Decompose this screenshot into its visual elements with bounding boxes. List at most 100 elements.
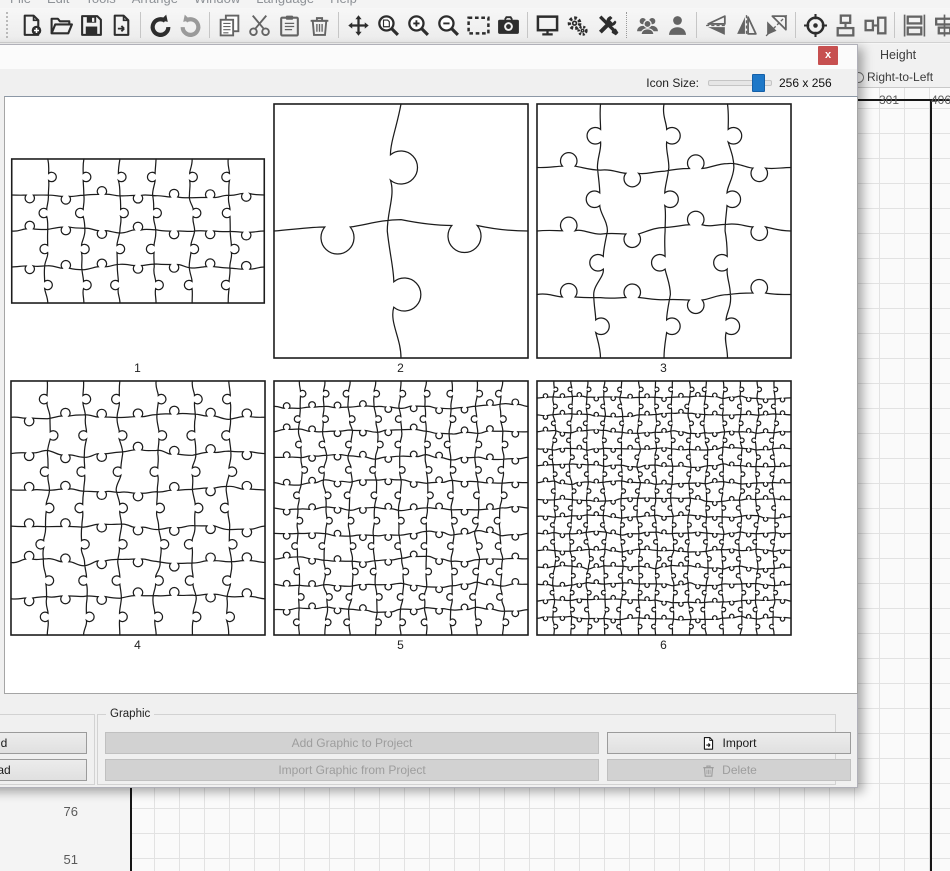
template-item-5[interactable]: 5 — [269, 375, 532, 652]
distribute-horizontal-icon[interactable] — [899, 10, 929, 40]
puzzle-thumbnail — [269, 103, 532, 359]
toolbar-separator — [696, 12, 697, 38]
delete-label: Delete — [722, 763, 757, 777]
menu-item-help[interactable]: Help — [330, 0, 357, 8]
graphic-group-title: Graphic — [106, 708, 154, 720]
icon-size-row: Icon Size: 256 x 256 — [0, 69, 857, 96]
template-number: 6 — [532, 639, 795, 652]
close-button[interactable]: x — [818, 46, 838, 65]
import-icon — [701, 736, 716, 751]
camera-icon[interactable] — [493, 10, 523, 40]
move-icon[interactable] — [343, 10, 373, 40]
right-to-left-option[interactable]: Right-to-Left — [858, 67, 950, 88]
menu-item-language[interactable]: Language — [256, 0, 314, 8]
marquee-select-icon[interactable] — [463, 10, 493, 40]
mirror-diagonal-icon[interactable] — [761, 10, 791, 40]
new-file-icon[interactable] — [16, 10, 46, 40]
ruler-label-x1: 301 — [874, 93, 904, 107]
puzzle-thumbnail — [6, 380, 269, 636]
template-number: 1 — [6, 362, 269, 375]
template-item-4[interactable]: 4 — [6, 375, 269, 652]
main-toolbar — [0, 8, 950, 43]
trash-icon[interactable] — [304, 10, 334, 40]
cut-icon[interactable] — [244, 10, 274, 40]
zoom-in-icon[interactable] — [403, 10, 433, 40]
cutoff-button-1-label: d — [1, 736, 8, 750]
import-file-icon[interactable] — [106, 10, 136, 40]
graphics-library-dialog: x Icon Size: 256 x 256 123 456 d ad Graph… — [0, 44, 858, 788]
ruler-label-y2: 51 — [56, 852, 78, 867]
flip-horizontal-icon[interactable] — [731, 10, 761, 40]
cutoff-button-2-label: ad — [0, 763, 11, 777]
align-horizontal-icon[interactable] — [860, 10, 890, 40]
add-graphic-label: Add Graphic to Project — [292, 736, 413, 750]
right-to-left-label: Right-to-Left — [867, 70, 933, 84]
menu-item-file[interactable]: File — [10, 0, 31, 8]
template-number: 5 — [269, 639, 532, 652]
add-graphic-button[interactable]: Add Graphic to Project — [105, 732, 599, 754]
import-graphic-from-project-button[interactable]: Import Graphic from Project — [105, 759, 599, 781]
copy-icon[interactable] — [214, 10, 244, 40]
template-list: 123 456 — [4, 96, 858, 694]
import-button[interactable]: Import — [607, 732, 851, 754]
graphic-group: Graphic Add Graphic to Project Import Gr… — [97, 714, 836, 785]
align-vertical-icon[interactable] — [830, 10, 860, 40]
user-icon[interactable] — [662, 10, 692, 40]
distribute-vertical-icon[interactable] — [929, 10, 950, 40]
template-item-1[interactable]: 1 — [6, 98, 269, 375]
toolbar-separator — [209, 12, 210, 38]
template-number: 2 — [269, 362, 532, 375]
close-icon: x — [825, 50, 831, 61]
app-window: File Edit Tools Arrange Window Language Help 3… — [0, 0, 950, 871]
import-label: Import — [722, 736, 756, 750]
page-boundary-right — [930, 99, 932, 871]
group-users-icon[interactable] — [632, 10, 662, 40]
toolbar-separator — [795, 12, 796, 38]
puzzle-thumbnail — [269, 380, 532, 636]
puzzle-thumbnail — [532, 103, 795, 359]
menu-item-edit[interactable]: Edit — [47, 0, 69, 8]
redo-icon[interactable] — [175, 10, 205, 40]
icon-size-slider[interactable] — [708, 80, 772, 86]
puzzle-thumbnail — [532, 380, 795, 636]
menu-item-window[interactable]: Window — [194, 0, 240, 8]
ruler-label-y1: 76 — [56, 804, 78, 819]
template-number: 3 — [532, 362, 795, 375]
center-target-icon[interactable] — [800, 10, 830, 40]
cutoff-button-2[interactable]: ad — [0, 759, 87, 781]
toolbar-drag-handle[interactable] — [6, 12, 11, 38]
toolbar-separator — [338, 12, 339, 38]
cutoff-button-1[interactable]: d — [0, 732, 87, 754]
delete-button[interactable]: Delete — [607, 759, 851, 781]
template-item-2[interactable]: 2 — [269, 98, 532, 375]
settings-gears-icon[interactable] — [562, 10, 592, 40]
zoom-page-icon[interactable] — [373, 10, 403, 40]
undo-icon[interactable] — [145, 10, 175, 40]
zoom-out-icon[interactable] — [433, 10, 463, 40]
open-folder-icon[interactable] — [46, 10, 76, 40]
ruler-label-x2: 406 — [926, 93, 950, 107]
toolbar-separator — [626, 12, 628, 38]
toolbar-separator — [527, 12, 528, 38]
puzzle-thumbnail — [6, 103, 269, 359]
paste-icon[interactable] — [274, 10, 304, 40]
menu-item-arrange[interactable]: Arrange — [132, 0, 178, 8]
height-field-label: Height 15.00 — [858, 44, 950, 67]
dialog-top-strip — [0, 45, 857, 69]
monitor-icon[interactable] — [532, 10, 562, 40]
menu-bar: File Edit Tools Arrange Window Language Help — [0, 0, 950, 8]
menu-item-tools[interactable]: Tools — [85, 0, 115, 8]
template-number: 4 — [6, 639, 269, 652]
toolbar-separator — [894, 12, 895, 38]
flip-vertical-icon[interactable] — [701, 10, 731, 40]
import-graphic-from-project-label: Import Graphic from Project — [278, 763, 425, 777]
tools-wrench-icon[interactable] — [592, 10, 622, 40]
template-item-6[interactable]: 6 — [532, 375, 795, 652]
trash-icon — [701, 763, 716, 778]
slider-handle[interactable] — [752, 74, 765, 92]
left-button-group: d ad — [0, 714, 95, 785]
icon-size-value: 256 x 256 — [779, 76, 834, 90]
icon-size-label: Icon Size: — [646, 76, 699, 90]
save-icon[interactable] — [76, 10, 106, 40]
template-item-3[interactable]: 3 — [532, 98, 795, 375]
